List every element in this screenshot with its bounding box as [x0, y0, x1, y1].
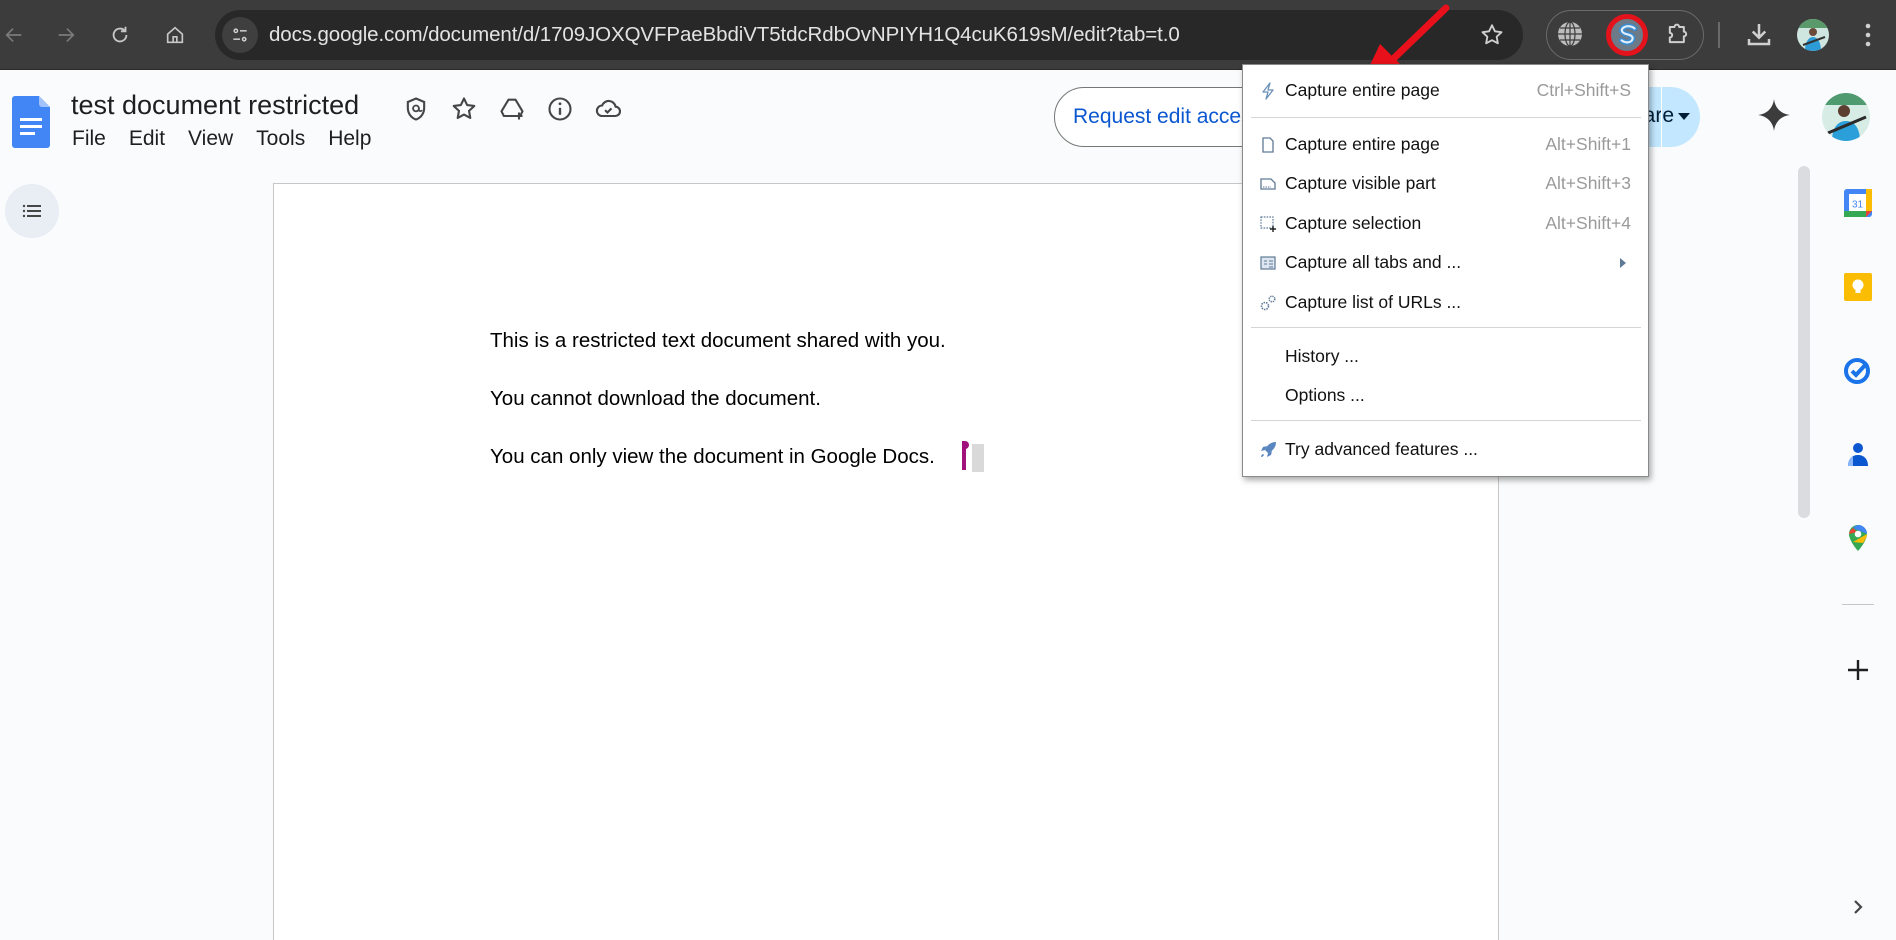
- star-icon[interactable]: [450, 95, 478, 123]
- document-outline-button[interactable]: [5, 184, 59, 238]
- menu-item-label: History ...: [1285, 346, 1359, 366]
- contacts-app-button[interactable]: [1843, 439, 1873, 469]
- menu-separator: [1251, 420, 1641, 421]
- bookmark-star-icon[interactable]: [1479, 22, 1505, 48]
- menu-separator: [1251, 117, 1641, 118]
- text-selection-highlight: [972, 444, 984, 472]
- tabs-icon: [1260, 256, 1276, 270]
- back-button[interactable]: [0, 17, 32, 53]
- menu-item-shortcut: Alt+Shift+3: [1545, 173, 1631, 193]
- menu-item-shortcut: Ctrl+Shift+S: [1536, 80, 1631, 100]
- home-button[interactable]: [157, 17, 193, 53]
- tasks-app-button[interactable]: [1843, 355, 1873, 385]
- cloud-saved-icon[interactable]: [594, 95, 622, 123]
- menu-item-options[interactable]: Options ...: [1243, 377, 1648, 415]
- menu-item-label: Options ...: [1285, 385, 1365, 405]
- browser-toolbar: docs.google.com/document/d/1709JOXQVFPae…: [0, 0, 1896, 70]
- menu-item-shortcut: Alt+Shift+1: [1545, 134, 1631, 154]
- document-paragraph[interactable]: You cannot download the document.: [490, 387, 821, 411]
- menu-item-label: Capture list of URLs ...: [1285, 292, 1462, 312]
- menu-item-try-advanced-features[interactable]: Try advanced features ...: [1243, 431, 1648, 469]
- vertical-scrollbar[interactable]: [1798, 166, 1810, 518]
- lightning-icon: [1262, 82, 1274, 100]
- url-text[interactable]: docs.google.com/document/d/1709JOXQVFPae…: [269, 23, 1180, 47]
- account-avatar[interactable]: [1822, 93, 1870, 141]
- reload-icon: [112, 26, 128, 43]
- address-bar[interactable]: docs.google.com/document/d/1709JOXQVFPae…: [215, 10, 1523, 60]
- menu-item-history[interactable]: History ...: [1243, 338, 1648, 376]
- move-to-drive-icon[interactable]: [498, 95, 526, 123]
- rocket-icon: [1261, 442, 1276, 457]
- page-icon: [1262, 137, 1274, 153]
- menu-item-label: Capture visible part: [1285, 173, 1436, 193]
- screenshot-extension-icon: [1618, 23, 1638, 46]
- shield-icon[interactable]: [402, 95, 430, 123]
- share-dropdown-icon[interactable]: [1678, 113, 1690, 120]
- forward-button[interactable]: [48, 17, 84, 53]
- docs-logo[interactable]: [12, 96, 50, 148]
- gears-icon: [1260, 295, 1276, 311]
- menu-file[interactable]: File: [72, 127, 106, 151]
- selection-icon: [1260, 216, 1276, 232]
- maps-icon: [1849, 525, 1867, 551]
- menu-help[interactable]: Help: [328, 127, 371, 151]
- outline-list-icon: [22, 204, 41, 218]
- globe-icon[interactable]: [1556, 20, 1584, 48]
- document-title[interactable]: test document restricted: [71, 90, 359, 121]
- browser-profile-avatar[interactable]: [1797, 19, 1829, 51]
- info-icon[interactable]: [546, 95, 574, 123]
- document-paragraph[interactable]: You can only view the document in Google…: [490, 445, 935, 469]
- puzzle-icon[interactable]: [1664, 20, 1692, 48]
- home-icon: [166, 26, 184, 44]
- menu-item-shortcut: Alt+Shift+4: [1545, 213, 1631, 233]
- contacts-icon: [1848, 443, 1868, 466]
- keep-icon: [1844, 273, 1872, 301]
- menu-item-capture-entire-page-quick[interactable]: Capture entire page Ctrl+Shift+S: [1243, 72, 1648, 110]
- calendar-app-button[interactable]: 31: [1843, 188, 1873, 218]
- chrome-menu-icon[interactable]: [1860, 20, 1876, 50]
- calendar-icon: 31: [1844, 189, 1872, 217]
- menu-item-label: Capture selection: [1285, 213, 1422, 233]
- download-icon[interactable]: [1744, 19, 1774, 49]
- menu-edit[interactable]: Edit: [129, 127, 165, 151]
- add-addon-icon[interactable]: [1846, 658, 1870, 682]
- account-photo: [1822, 93, 1870, 141]
- reload-button[interactable]: [102, 17, 138, 53]
- menu-bar: File Edit View Tools Help: [72, 127, 394, 151]
- back-icon: [5, 27, 22, 43]
- tune-icon: [233, 28, 247, 42]
- menu-separator: [1251, 327, 1641, 328]
- gemini-icon[interactable]: [1757, 98, 1791, 132]
- side-panel-divider: [1842, 604, 1874, 605]
- keep-app-button[interactable]: [1843, 272, 1873, 302]
- calendar-day: 31: [1852, 200, 1864, 211]
- share-divider: [1661, 87, 1662, 147]
- menu-item-capture-selection[interactable]: Capture selection Alt+Shift+4: [1243, 205, 1648, 243]
- document-paragraph[interactable]: This is a restricted text document share…: [490, 329, 946, 353]
- menu-item-capture-all-tabs[interactable]: Capture all tabs and ...: [1243, 244, 1648, 282]
- menu-item-capture-entire-page[interactable]: Capture entire page Alt+Shift+1: [1243, 126, 1648, 164]
- profile-photo: [1797, 19, 1829, 51]
- submenu-arrow-icon: [1620, 258, 1626, 268]
- menu-item-capture-visible-part[interactable]: Capture visible part Alt+Shift+3: [1243, 165, 1648, 203]
- menu-tools[interactable]: Tools: [256, 127, 305, 151]
- tasks-icon: [1844, 358, 1870, 384]
- maps-app-button[interactable]: [1843, 523, 1873, 553]
- screenshot-extension-button[interactable]: [1606, 14, 1648, 56]
- expand-side-panel-icon[interactable]: [1850, 898, 1866, 916]
- screenshot-extension-menu: Capture entire page Ctrl+Shift+S Capture…: [1242, 64, 1649, 477]
- request-edit-access-label: Request edit access: [1073, 105, 1263, 128]
- menu-item-label: Try advanced features ...: [1285, 439, 1478, 459]
- menu-item-label: Capture all tabs and ...: [1285, 252, 1462, 272]
- site-info-button[interactable]: [222, 17, 258, 53]
- toolbar-divider: [1718, 22, 1720, 48]
- menu-item-label: Capture entire page: [1285, 134, 1440, 154]
- menu-item-capture-list-of-urls[interactable]: Capture list of URLs ...: [1243, 284, 1648, 322]
- menu-item-label: Capture entire page: [1285, 80, 1440, 100]
- menu-view[interactable]: View: [188, 127, 233, 151]
- visible-part-icon: [1260, 178, 1276, 190]
- forward-icon: [58, 27, 75, 43]
